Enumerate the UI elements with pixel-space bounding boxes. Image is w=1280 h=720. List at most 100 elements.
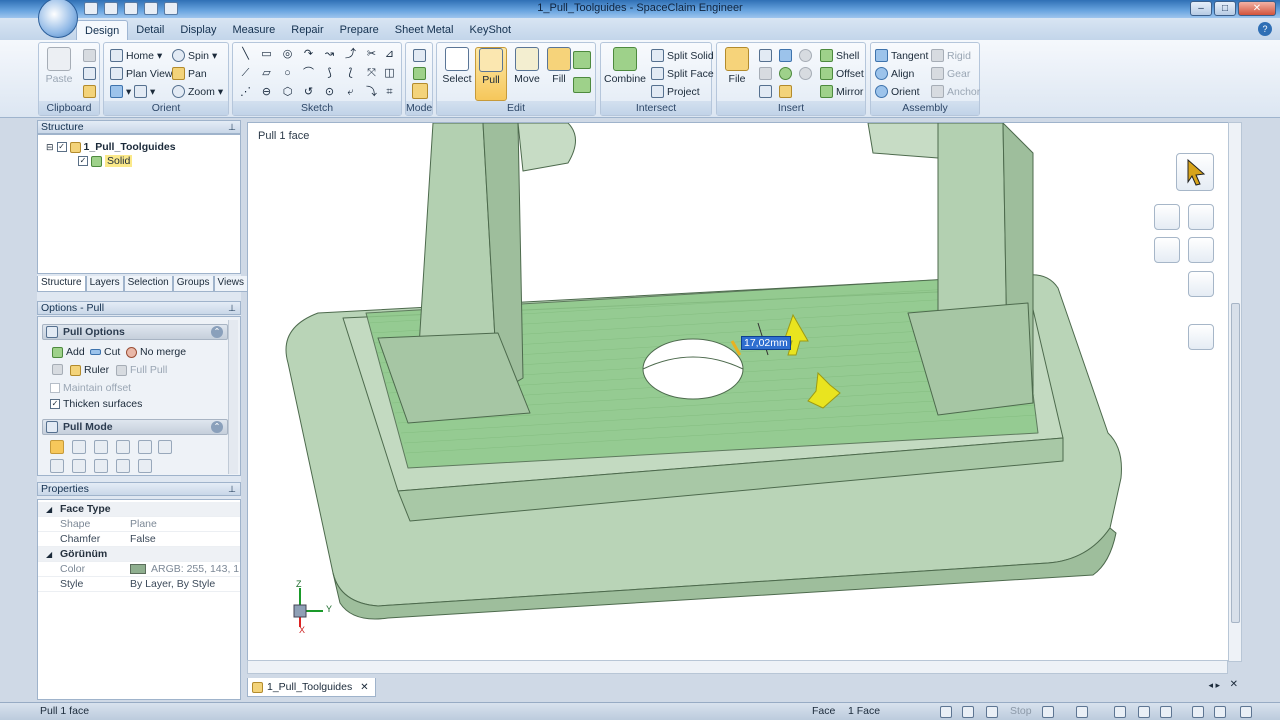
- sweep-tool-guide[interactable]: [1188, 237, 1214, 263]
- mirror-button[interactable]: Mirror: [820, 83, 863, 100]
- paste-button[interactable]: Paste: [43, 47, 75, 85]
- pull-mode-pivot-icon[interactable]: [158, 440, 172, 454]
- pull-mode-normal-icon[interactable]: [50, 440, 64, 454]
- tangent-arc-icon[interactable]: ↺: [302, 86, 315, 99]
- pull-mode-draft-icon[interactable]: [116, 440, 130, 454]
- point-tool-icon[interactable]: ⊙: [323, 86, 336, 99]
- pin-icon[interactable]: ⊥: [228, 483, 236, 495]
- pull-mode-up-to-icon[interactable]: [116, 459, 130, 473]
- pull-mode-both-sides-icon[interactable]: [94, 459, 108, 473]
- tab-sheet-metal[interactable]: Sheet Metal: [387, 20, 462, 40]
- pull-mode-blend-icon[interactable]: [138, 440, 152, 454]
- pull-mode-sweep-icon[interactable]: [94, 440, 108, 454]
- spline-tool-icon[interactable]: ↝: [323, 48, 336, 61]
- tab-detail[interactable]: Detail: [128, 20, 172, 40]
- polyline-tool-icon[interactable]: ⟋: [239, 67, 252, 80]
- spin-button[interactable]: Spin ▾: [172, 47, 217, 64]
- color-swatch[interactable]: [130, 564, 146, 575]
- ruler-option[interactable]: [52, 364, 63, 375]
- cut-option[interactable]: Cut: [90, 346, 120, 358]
- collapse-toggle-icon[interactable]: ⊟: [46, 142, 54, 153]
- fill-tool-button[interactable]: Fill: [543, 47, 575, 85]
- close-tab-icon[interactable]: ✕: [360, 682, 368, 693]
- stop-button[interactable]: Stop: [1010, 705, 1032, 717]
- rectangle-tool-icon[interactable]: ▭: [260, 48, 273, 61]
- thicken-surfaces-option[interactable]: ✓ Thicken surfaces: [50, 398, 142, 410]
- property-row-chamfer[interactable]: Chamfer False: [38, 532, 240, 547]
- tree-root-checkbox[interactable]: ✓: [56, 142, 67, 152]
- tab-structure[interactable]: Structure: [37, 276, 86, 292]
- expand-triangle-icon[interactable]: ◢: [46, 502, 52, 517]
- trim-tool-icon[interactable]: ✂: [365, 48, 378, 61]
- sweep-arc-icon[interactable]: ⤴: [344, 48, 357, 61]
- polygon-tool-icon[interactable]: ⬡: [281, 86, 294, 99]
- thicken-surfaces-checkbox[interactable]: ✓: [50, 399, 60, 409]
- tab-display[interactable]: Display: [172, 20, 224, 40]
- tree-solid-row[interactable]: ✓ Solid: [78, 155, 133, 167]
- selection-type[interactable]: Face: [812, 705, 835, 717]
- shell-button[interactable]: Shell: [820, 47, 859, 64]
- dimension-input[interactable]: 17,02mm: [741, 336, 791, 350]
- property-row-style[interactable]: Style By Layer, By Style: [38, 577, 240, 592]
- copy-icon[interactable]: [83, 67, 96, 80]
- rigid-button[interactable]: Rigid: [931, 47, 971, 64]
- ellipse-tool-icon[interactable]: ○: [281, 67, 294, 80]
- circle-tool-icon[interactable]: ◎: [281, 48, 294, 61]
- collapse-section-icon[interactable]: ⌃: [211, 326, 223, 338]
- plane-insert-icon[interactable]: [759, 49, 772, 62]
- move-tool-button[interactable]: Move: [509, 47, 545, 85]
- select-next-icon[interactable]: [962, 706, 974, 718]
- sphere-insert-icon[interactable]: [779, 67, 792, 80]
- 3d-viewport[interactable]: Pull 1 face 17,02mm Z Y X: [247, 122, 1240, 662]
- blend-icon[interactable]: [573, 51, 591, 69]
- scroll-thumb[interactable]: [1231, 303, 1240, 623]
- tab-design[interactable]: Design: [76, 20, 129, 40]
- corner-tool-icon[interactable]: ⊿: [383, 48, 396, 61]
- project-curve-icon[interactable]: ⤵: [365, 86, 378, 99]
- pin-icon[interactable]: ⊥: [228, 121, 236, 133]
- pivot-tool-guide[interactable]: [1188, 204, 1214, 230]
- full-pull-option[interactable]: Full Pull: [116, 364, 167, 376]
- offset-button[interactable]: Offset: [820, 65, 864, 82]
- project-button[interactable]: Project: [651, 83, 700, 100]
- pull-mode-extrude-icon[interactable]: [50, 459, 64, 473]
- split-solid-button[interactable]: Split Solid: [651, 47, 714, 64]
- viewport-vertical-scrollbar[interactable]: [1228, 122, 1242, 662]
- arc-tool-icon[interactable]: ↷: [302, 48, 315, 61]
- extend-tool-icon[interactable]: ⤶: [344, 86, 357, 99]
- coordinate-system-icon[interactable]: [759, 85, 772, 98]
- tree-solid-checkbox[interactable]: ✓: [78, 156, 88, 166]
- tab-measure[interactable]: Measure: [224, 20, 283, 40]
- maintain-offset-option[interactable]: Maintain offset: [50, 382, 131, 394]
- ruler-dimension-option[interactable]: Ruler: [70, 364, 109, 376]
- property-row-shape[interactable]: Shape Plane: [38, 517, 240, 532]
- tangent-button[interactable]: Tangent: [875, 47, 928, 64]
- tangent-line-icon[interactable]: ⋰: [239, 86, 252, 99]
- property-category-appearance[interactable]: ◢ Görünüm: [38, 547, 240, 562]
- up-to-tool-guide[interactable]: [1188, 271, 1214, 297]
- tab-groups[interactable]: Groups: [172, 276, 214, 292]
- section-mode-icon[interactable]: [413, 67, 426, 80]
- options-scrollbar[interactable]: [228, 320, 238, 474]
- undo-status-icon[interactable]: [1076, 706, 1088, 718]
- split-face-button[interactable]: Split Face: [651, 65, 714, 82]
- select-mode-icon[interactable]: [940, 706, 952, 718]
- zoom-status-icon[interactable]: [1160, 706, 1172, 718]
- add-option[interactable]: Add: [52, 346, 85, 358]
- rect-3pt-tool-icon[interactable]: ▱: [260, 67, 273, 80]
- cylinder-insert-icon[interactable]: [779, 49, 792, 62]
- property-category-face-type[interactable]: ◢ Face Type: [38, 502, 240, 517]
- sketch-mode-icon[interactable]: [413, 49, 426, 62]
- document-tab[interactable]: 1_Pull_Toolguides ✕: [247, 678, 376, 697]
- tab-selection[interactable]: Selection: [123, 276, 173, 292]
- cut-icon[interactable]: [83, 49, 96, 62]
- split-line-icon[interactable]: ⤧: [365, 67, 378, 80]
- zoom-button[interactable]: Zoom ▾: [172, 83, 223, 100]
- revolve-tool-guide[interactable]: [1154, 237, 1180, 263]
- pan-button[interactable]: Pan: [172, 65, 207, 82]
- tab-prepare[interactable]: Prepare: [332, 20, 387, 40]
- full-pull-tool-guide[interactable]: [1188, 324, 1214, 350]
- combine-button[interactable]: Combine: [603, 47, 647, 85]
- axis-insert-icon[interactable]: [759, 67, 772, 80]
- expand-triangle-icon[interactable]: ◢: [46, 547, 52, 562]
